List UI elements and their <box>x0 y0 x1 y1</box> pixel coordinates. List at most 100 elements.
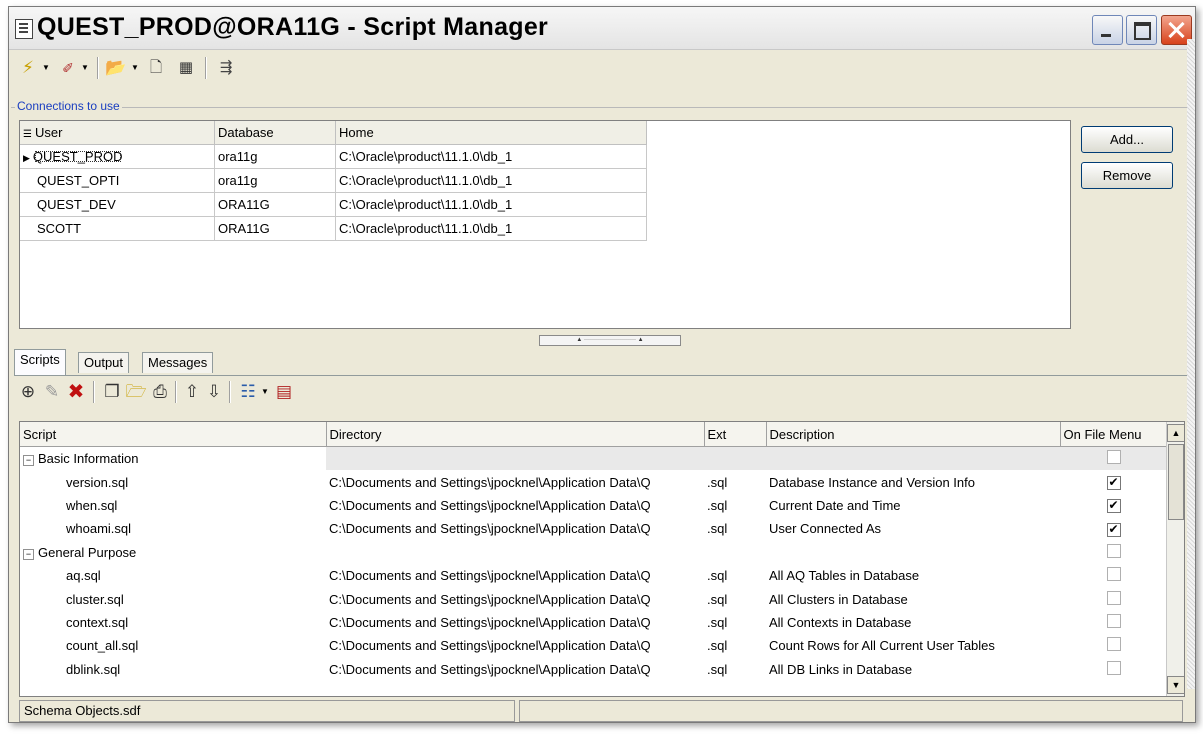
column-header-on-file-menu[interactable]: On File Menu <box>1060 422 1168 447</box>
script-description[interactable]: Current Date and Time <box>766 494 1060 517</box>
tab-scripts[interactable]: Scripts <box>14 349 66 375</box>
group-icon[interactable]: ☷ <box>237 381 259 403</box>
script-name[interactable]: cluster.sql <box>20 587 326 610</box>
chevron-down-icon[interactable]: ▼ <box>81 63 89 72</box>
script-name[interactable]: count_all.sql <box>20 634 326 657</box>
lightning-icon[interactable]: ⚡ <box>17 57 39 79</box>
script-directory[interactable]: C:\Documents and Settings\jpocknel\Appli… <box>326 634 704 657</box>
on-menu-cell[interactable] <box>1060 611 1167 634</box>
grid-menu-icon[interactable]: ☰ <box>23 129 32 140</box>
script-directory[interactable]: C:\Documents and Settings\jpocknel\Appli… <box>326 470 704 493</box>
script-directory[interactable]: C:\Documents and Settings\jpocknel\Appli… <box>326 587 704 610</box>
script-row[interactable]: context.sql C:\Documents and Settings\jp… <box>20 611 1167 634</box>
script-name[interactable]: context.sql <box>20 611 326 634</box>
script-directory[interactable]: C:\Documents and Settings\jpocknel\Appli… <box>326 658 704 681</box>
script-name[interactable]: version.sql <box>20 470 326 493</box>
column-header-script[interactable]: Script <box>20 422 327 447</box>
script-row[interactable]: when.sql C:\Documents and Settings\jpock… <box>20 494 1167 517</box>
column-header-ext[interactable]: Ext <box>704 422 767 447</box>
on-menu-checkbox[interactable]: ✔ <box>1106 522 1121 537</box>
script-ext[interactable]: .sql <box>704 564 766 587</box>
on-menu-checkbox[interactable]: ✔ <box>1106 476 1121 491</box>
title-bar[interactable]: QUEST_PROD@ORA11G - Script Manager <box>9 7 1195 50</box>
on-menu-checkbox[interactable] <box>1106 660 1121 675</box>
connections-grid[interactable]: ☰ User Database Home ▶ QUEST_PROD ora11g C… <box>19 120 1071 329</box>
collapse-icon[interactable]: − <box>23 548 34 560</box>
delete-icon[interactable]: ✖ <box>65 381 87 403</box>
open-folder-icon[interactable]: 📂 <box>105 57 127 79</box>
database-cell[interactable]: ORA11G <box>214 216 336 241</box>
script-row[interactable]: dblink.sql C:\Documents and Settings\jpo… <box>20 658 1167 681</box>
script-ext[interactable]: .sql <box>704 517 766 540</box>
chevron-down-icon[interactable]: ▼ <box>131 63 139 72</box>
on-menu-checkbox[interactable] <box>1106 590 1121 605</box>
tab-output[interactable]: Output <box>78 352 130 373</box>
user-cell[interactable]: ▶ QUEST_PROD <box>20 144 215 169</box>
script-directory[interactable]: C:\Documents and Settings\jpocknel\Appli… <box>326 494 704 517</box>
script-ext[interactable]: .sql <box>704 658 766 681</box>
pen-arrow-icon[interactable]: ✐ <box>57 57 79 79</box>
script-description[interactable]: User Connected As <box>766 517 1060 540</box>
script-directory[interactable]: C:\Documents and Settings\jpocknel\Appli… <box>326 611 704 634</box>
on-menu-cell[interactable] <box>1060 446 1167 471</box>
script-ext[interactable]: .sql <box>704 634 766 657</box>
scroll-thumb[interactable] <box>1168 444 1184 520</box>
script-description[interactable]: All Contexts in Database <box>766 611 1060 634</box>
script-description[interactable]: All AQ Tables in Database <box>766 564 1060 587</box>
script-description[interactable]: Count Rows for All Current User Tables <box>766 634 1060 657</box>
group-cell[interactable]: − General Purpose <box>20 541 326 564</box>
user-cell[interactable]: QUEST_DEV <box>20 192 215 217</box>
group-cell[interactable]: − Basic Information <box>20 447 326 471</box>
open-file-icon[interactable]: 🗁 <box>125 381 147 403</box>
copy-icon[interactable]: ❐ <box>101 381 123 403</box>
edit-script-icon[interactable]: ✎ <box>41 381 63 403</box>
script-ext[interactable]: .sql <box>704 611 766 634</box>
script-name[interactable]: aq.sql <box>20 564 326 587</box>
home-cell[interactable]: C:\Oracle\product\11.1.0\db_1 <box>335 192 647 217</box>
database-cell[interactable]: ora11g <box>214 168 336 193</box>
collapse-icon[interactable]: − <box>23 455 34 467</box>
scripts-grid[interactable]: Script Directory Ext Description On File… <box>19 421 1185 697</box>
database-cell[interactable]: ORA11G <box>214 192 336 217</box>
add-connection-button[interactable]: Add... <box>1081 126 1173 153</box>
on-menu-checkbox[interactable]: ✔ <box>1106 499 1121 514</box>
chevron-down-icon[interactable]: ▼ <box>261 387 269 396</box>
film-icon[interactable]: ▦ <box>175 57 197 79</box>
minimize-button[interactable] <box>1092 15 1123 45</box>
on-menu-cell[interactable]: ✔ <box>1060 517 1167 540</box>
new-document-icon[interactable]: 🗋 <box>145 57 167 79</box>
script-row[interactable]: count_all.sql C:\Documents and Settings\… <box>20 634 1167 657</box>
chevron-down-icon[interactable]: ▼ <box>42 63 50 72</box>
run-script-icon[interactable]: ⇶ <box>215 57 237 79</box>
on-menu-cell[interactable] <box>1060 634 1167 657</box>
on-menu-cell[interactable]: ✔ <box>1060 470 1167 493</box>
on-menu-checkbox[interactable] <box>1106 567 1121 582</box>
script-directory[interactable]: C:\Documents and Settings\jpocknel\Appli… <box>326 564 704 587</box>
script-description[interactable]: All Clusters in Database <box>766 587 1060 610</box>
script-ext[interactable]: .sql <box>704 587 766 610</box>
on-menu-checkbox[interactable] <box>1106 450 1121 465</box>
database-cell[interactable]: ora11g <box>214 144 336 169</box>
home-cell[interactable]: C:\Oracle\product\11.1.0\db_1 <box>335 216 647 241</box>
connection-row[interactable]: QUEST_DEV ORA11G C:\Oracle\product\11.1.… <box>20 192 647 217</box>
on-menu-cell[interactable]: ✔ <box>1060 494 1167 517</box>
script-directory[interactable]: C:\Documents and Settings\jpocknel\Appli… <box>326 517 704 540</box>
user-cell[interactable]: QUEST_OPTI <box>20 168 215 193</box>
panel-splitter[interactable]: ▲ ·························· ▲ <box>539 335 681 346</box>
column-header-description[interactable]: Description <box>766 422 1061 447</box>
script-name[interactable]: dblink.sql <box>20 658 326 681</box>
script-row[interactable]: aq.sql C:\Documents and Settings\jpockne… <box>20 564 1167 587</box>
scroll-down-icon[interactable]: ▼ <box>1167 676 1184 694</box>
print-icon[interactable]: ⎙ <box>149 381 171 403</box>
group-row[interactable]: − General Purpose <box>20 541 1167 564</box>
vertical-scrollbar[interactable]: ▲ ▼ <box>1166 422 1184 696</box>
script-row[interactable]: version.sql C:\Documents and Settings\jp… <box>20 470 1167 493</box>
script-name[interactable]: whoami.sql <box>20 517 326 540</box>
script-row[interactable]: cluster.sql C:\Documents and Settings\jp… <box>20 587 1167 610</box>
move-down-icon[interactable]: ⇩ <box>203 381 225 403</box>
connection-row[interactable]: QUEST_OPTI ora11g C:\Oracle\product\11.1… <box>20 168 647 193</box>
add-script-icon[interactable]: ⊕ <box>17 381 39 403</box>
home-cell[interactable]: C:\Oracle\product\11.1.0\db_1 <box>335 144 647 169</box>
connection-row[interactable]: ▶ QUEST_PROD ora11g C:\Oracle\product\11.… <box>20 144 647 169</box>
script-ext[interactable]: .sql <box>704 494 766 517</box>
